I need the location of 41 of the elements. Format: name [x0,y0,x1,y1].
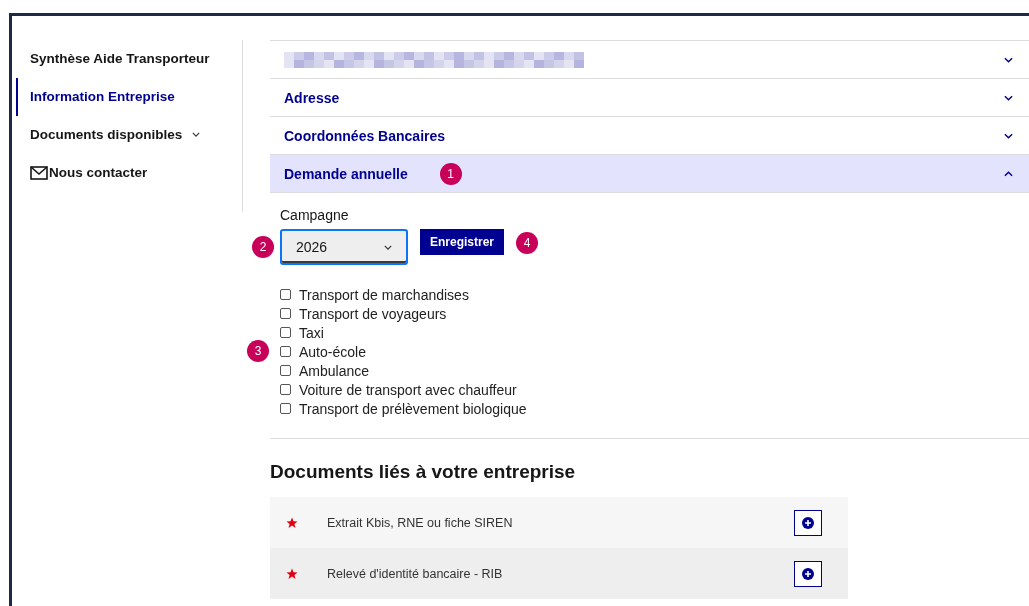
checkbox[interactable] [280,384,291,395]
save-button[interactable]: Enregistrer [420,229,505,255]
callout-badge: 3 [247,340,269,362]
chevron-icon [384,244,392,250]
checkbox[interactable] [280,289,291,300]
checkbox-label: Voiture de transport avec chauffeur [299,381,517,398]
add-button[interactable] [794,560,822,587]
envelope-icon [30,165,48,180]
checkbox-label: Auto-école [299,343,366,360]
campaign-label: Campagne [280,207,350,223]
add-button[interactable] [794,509,822,536]
callout-badge: 4 [516,232,539,254]
sidebar-link[interactable]: Information Entreprise [16,78,242,116]
section-heading: Documents liés à votre entreprise [270,461,577,483]
document-name: Relevé d'identité bancaire - RIB [327,566,503,581]
plus-circle-icon [802,516,814,529]
plus-circle-icon [802,567,814,580]
redacted-text-icon [284,49,584,70]
checkbox[interactable] [280,327,291,338]
callout-badge: 1 [439,162,462,185]
callout-badge: 2 [252,236,274,258]
contact-link[interactable]: Nous contacter [30,154,242,192]
document-name: Extrait Kbis, RNE ou fiche SIREN [327,515,513,530]
checkbox-label: Transport de prélèvement biologique [299,400,527,417]
chevron-icon [1004,132,1013,139]
year-select[interactable]: 2026 [280,229,408,265]
chevron-icon [192,132,201,137]
checkbox-label: Transport de voyageurs [299,305,447,322]
checkbox-label: Ambulance [299,362,370,379]
checkbox[interactable] [280,403,291,414]
checkbox[interactable] [280,308,291,319]
checkbox-label: Taxi [299,324,324,341]
sidebar-link[interactable]: Synthèse Aide Transporteur [30,40,242,78]
checkbox-label: Transport de marchandises [299,286,469,303]
chevron-icon [1004,56,1013,63]
checkbox[interactable] [280,365,291,376]
chevron-icon [1004,94,1013,101]
accordion-header[interactable]: Demande annuelle 1 [270,155,1029,193]
sidebar-menu-button[interactable]: Documents disponibles [30,116,242,154]
chevron-icon [1004,170,1013,177]
checkbox[interactable] [280,346,291,357]
